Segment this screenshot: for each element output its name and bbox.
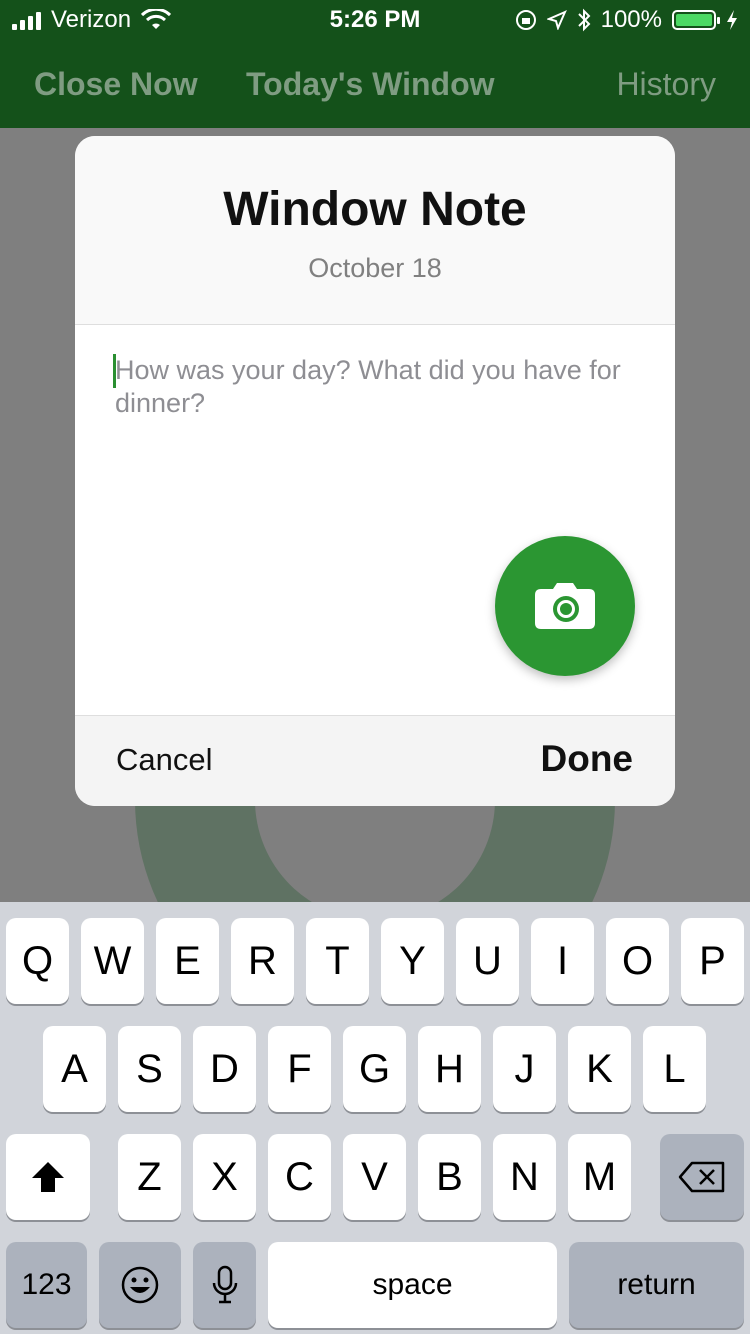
key[interactable]: R [231,918,294,1004]
done-button[interactable]: Done [541,738,634,780]
location-icon [546,10,567,30]
key[interactable]: L [643,1026,706,1112]
note-input[interactable]: How was your day? What did you have for … [113,354,635,420]
dictation-key[interactable] [193,1242,256,1328]
tab-close-now[interactable]: Close Now [34,66,198,103]
tab-navigation: Close Now Today's Window History [0,40,750,128]
key[interactable]: M [568,1134,631,1220]
orientation-lock-icon [515,10,536,30]
key[interactable]: C [268,1134,331,1220]
status-bar: Verizon 5:26 PM 100% [0,0,750,40]
return-key[interactable]: return [569,1242,744,1328]
key[interactable]: Z [118,1134,181,1220]
backspace-key[interactable] [660,1134,744,1220]
dialog-title: Window Note [223,183,527,236]
numbers-key[interactable]: 123 [6,1242,87,1328]
key[interactable]: Y [381,918,444,1004]
key[interactable]: P [681,918,744,1004]
tab-history[interactable]: History [616,66,716,103]
space-key[interactable]: space [268,1242,557,1328]
key[interactable]: D [193,1026,256,1112]
key[interactable]: J [493,1026,556,1112]
key[interactable]: E [156,918,219,1004]
key[interactable]: X [193,1134,256,1220]
key[interactable]: O [606,918,669,1004]
emoji-icon [121,1266,159,1304]
battery-percent: 100% [600,6,662,33]
key[interactable]: A [43,1026,106,1112]
key[interactable]: B [418,1134,481,1220]
bluetooth-icon [577,8,591,32]
shift-icon [32,1162,64,1192]
tab-todays-window[interactable]: Today's Window [246,66,495,103]
microphone-icon [212,1265,237,1304]
key[interactable]: H [418,1026,481,1112]
keyboard: Q W E R T Y U I O P A S D F G H J K L Z … [0,902,750,1334]
add-photo-button[interactable] [495,536,635,676]
charging-icon [727,10,737,30]
key[interactable]: I [531,918,594,1004]
key[interactable]: V [343,1134,406,1220]
emoji-key[interactable] [99,1242,181,1328]
note-placeholder: How was your day? What did you have for … [115,355,621,418]
window-note-dialog: Window Note October 18 How was your day?… [75,136,675,806]
key[interactable]: F [268,1026,331,1112]
cancel-button[interactable]: Cancel [116,742,213,778]
backspace-icon [678,1161,725,1193]
dialog-header: Window Note October 18 [75,136,675,325]
text-cursor [113,354,116,388]
key[interactable]: U [456,918,519,1004]
key[interactable]: W [81,918,144,1004]
key[interactable]: N [493,1134,556,1220]
dialog-date: October 18 [308,253,442,283]
battery-icon [672,10,720,30]
key[interactable]: Q [6,918,69,1004]
dialog-footer: Cancel Done [75,715,675,806]
camera-icon [535,583,595,629]
shift-key[interactable] [6,1134,90,1220]
key[interactable]: S [118,1026,181,1112]
status-right: 100% [515,6,738,34]
key[interactable]: G [343,1026,406,1112]
key[interactable]: T [306,918,369,1004]
key[interactable]: K [568,1026,631,1112]
